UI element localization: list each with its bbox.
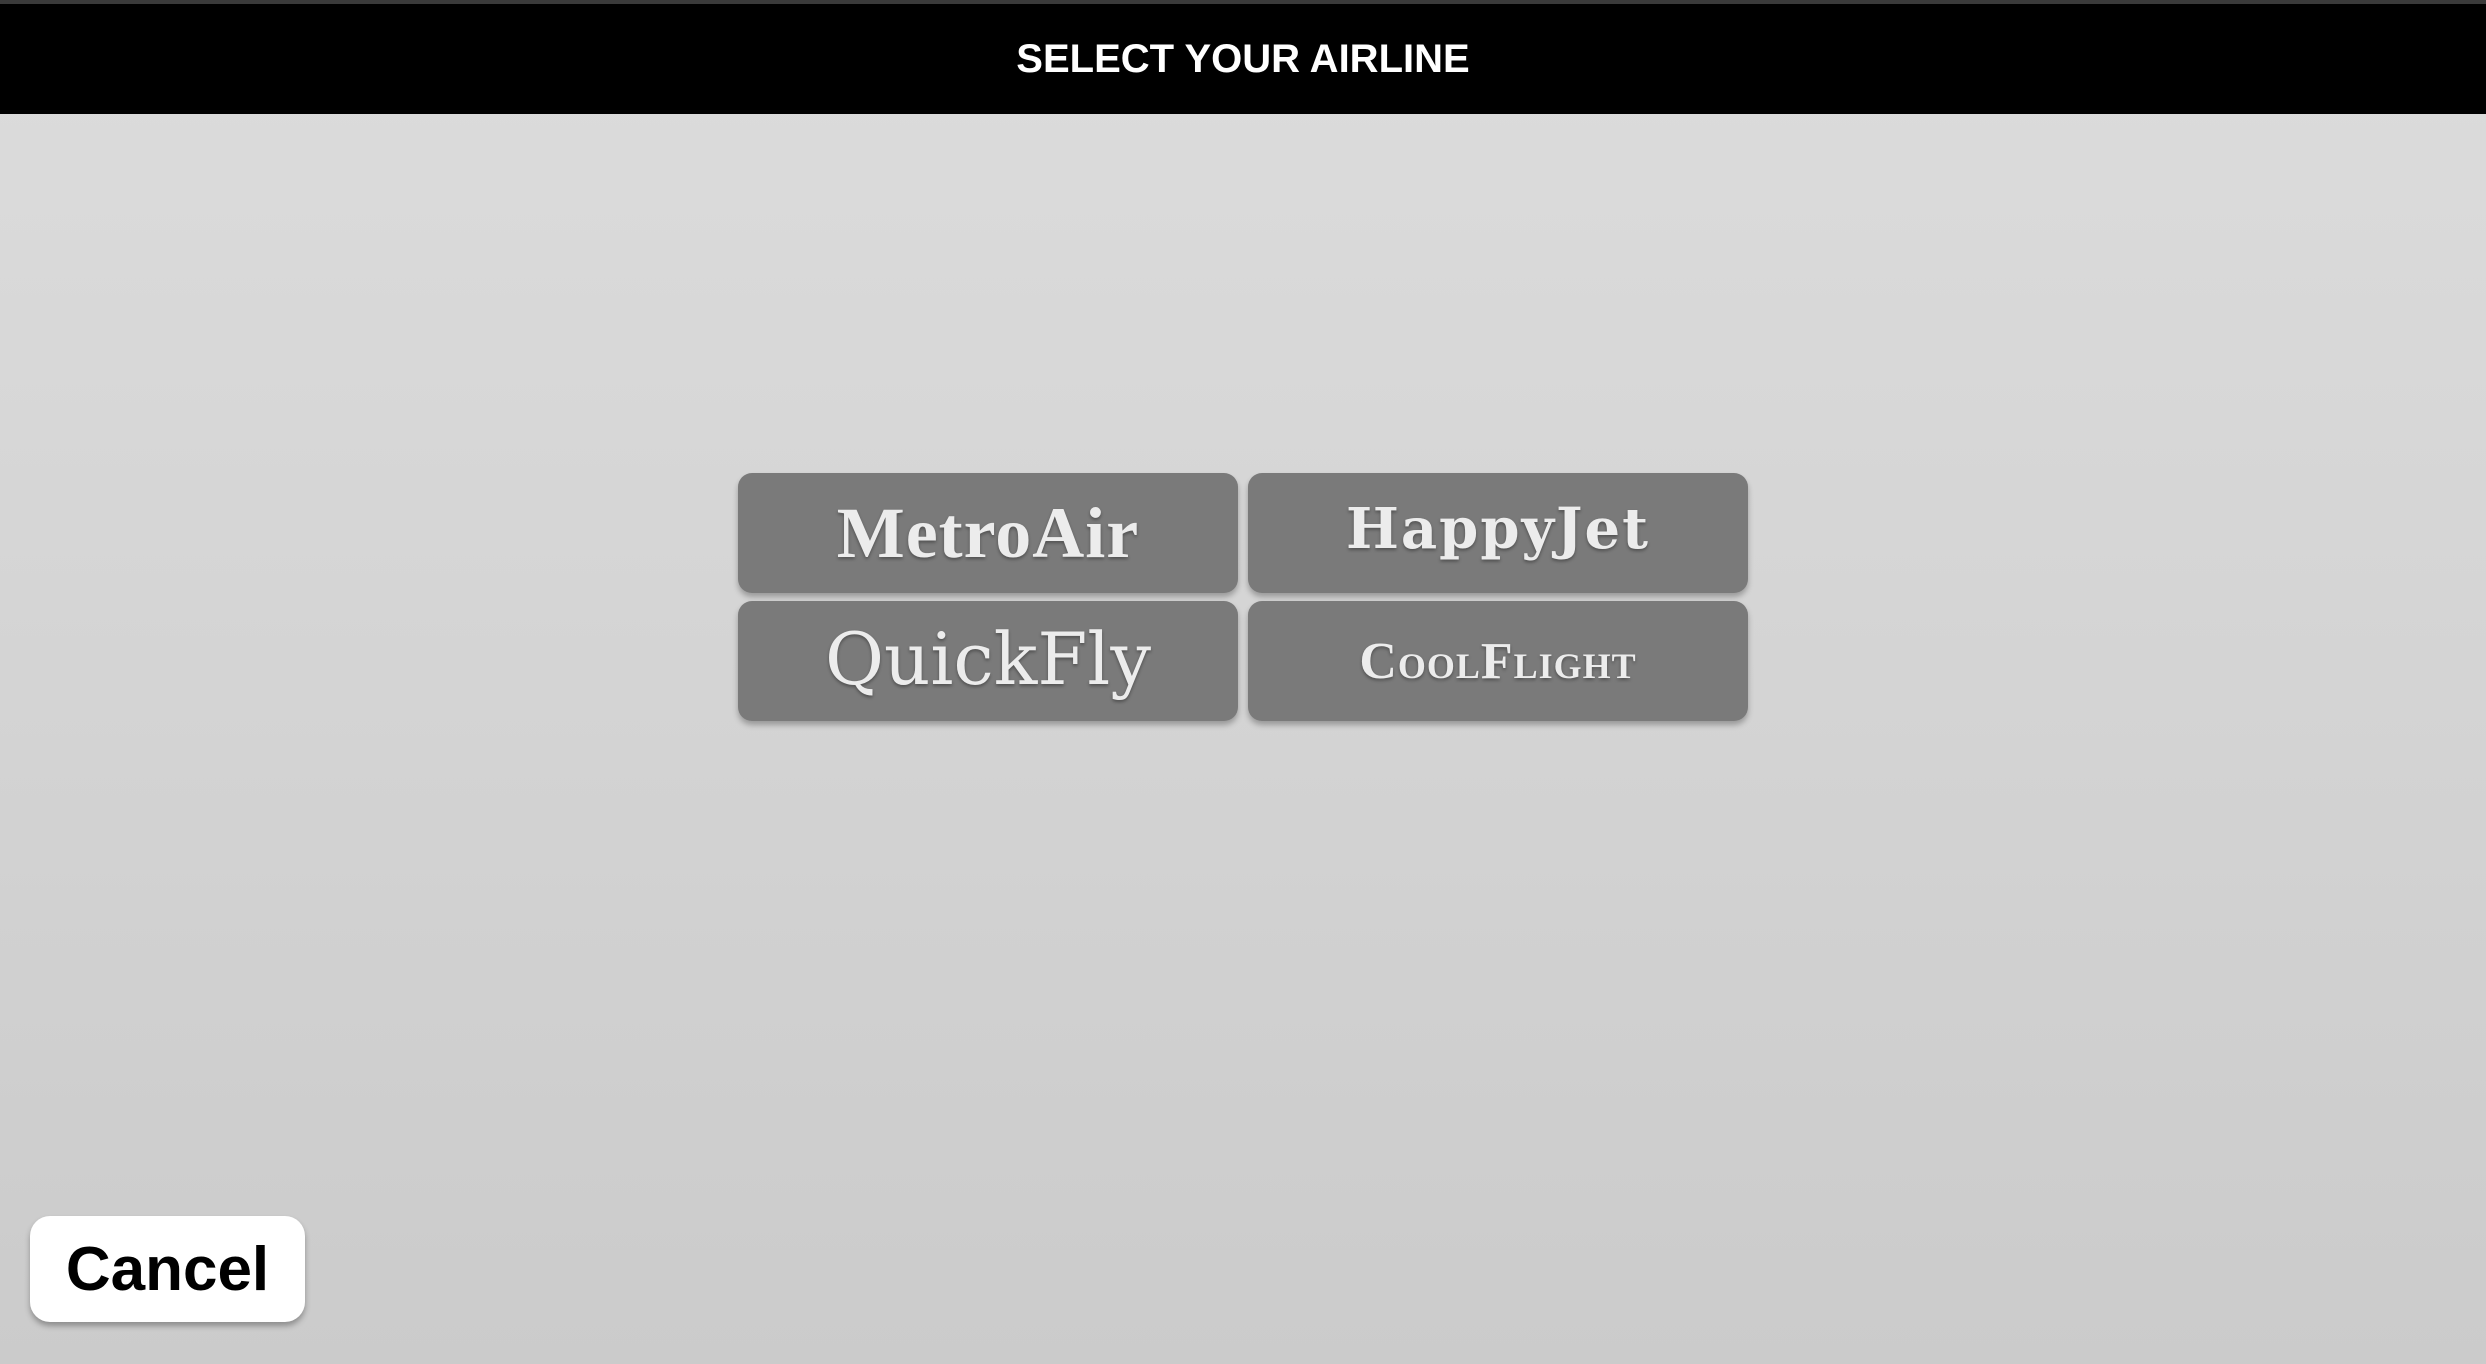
airline-button-coolflight[interactable]: CoolFlight (1248, 601, 1748, 721)
airline-logo-coolflight: CoolFlight (1359, 632, 1637, 690)
airline-logo-quickfly: QuickFly (824, 617, 1152, 701)
header-bar: SELECT YOUR AIRLINE (0, 4, 2486, 114)
airline-grid: MetroAir HappyJet QuickFly CoolFlight (738, 473, 1748, 723)
airline-button-metroair[interactable]: MetroAir (738, 473, 1238, 593)
airline-button-quickfly[interactable]: QuickFly (738, 601, 1238, 721)
airline-logo-metroair: MetroAir (836, 492, 1140, 573)
cancel-button-label: Cancel (65, 1234, 270, 1304)
cancel-button[interactable]: Cancel (30, 1216, 305, 1322)
page-title: SELECT YOUR AIRLINE (1016, 36, 1470, 81)
airline-button-happyjet[interactable]: HappyJet (1248, 473, 1748, 593)
airline-logo-happyjet: HappyJet (1345, 496, 1651, 562)
